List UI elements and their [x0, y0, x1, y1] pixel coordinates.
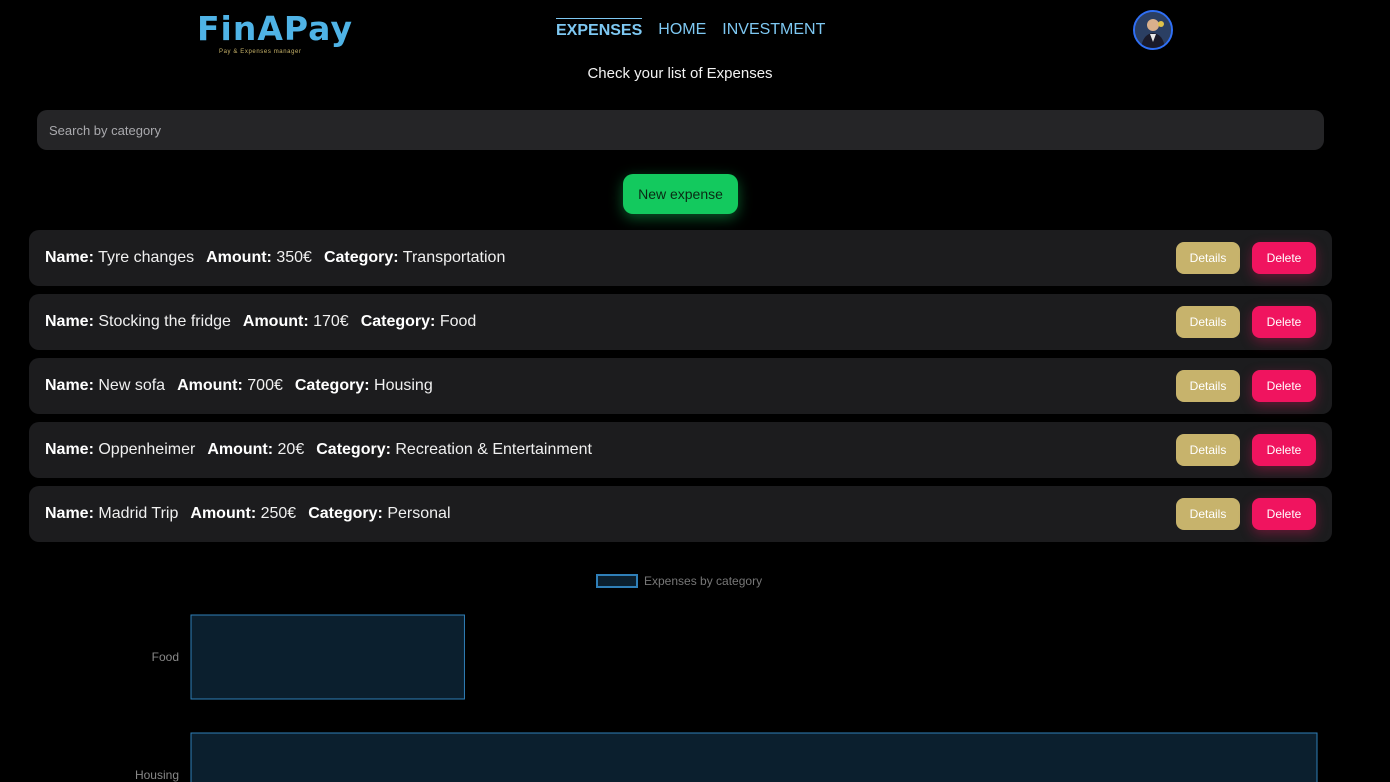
- delete-button[interactable]: Delete: [1252, 370, 1316, 402]
- tick-label-housing: Housing: [135, 768, 179, 782]
- amount-label: Amount:: [190, 505, 257, 522]
- details-button[interactable]: Details: [1176, 498, 1240, 530]
- details-button[interactable]: Details: [1176, 242, 1240, 274]
- expense-list: Name: Tyre changes Amount: 350€ Category: …: [29, 230, 1332, 550]
- expense-category: Transportation: [402, 249, 506, 266]
- amount-label: Amount:: [207, 441, 274, 458]
- category-label: Category:: [360, 313, 436, 330]
- nav-home[interactable]: HOME: [658, 18, 706, 43]
- expense-info: Name: Oppenheimer Amount: 20€ Category: Re…: [45, 422, 592, 478]
- bar-food: [190, 614, 465, 700]
- expense-row: Name: New sofa Amount: 700€ Category: Hous…: [29, 358, 1332, 414]
- logo-tagline: Pay & Expenses manager: [219, 49, 302, 55]
- legend-label: Expenses by category: [644, 574, 762, 588]
- nav-expenses[interactable]: EXPENSES: [556, 18, 643, 43]
- expense-row: Name: Tyre changes Amount: 350€ Category: …: [29, 230, 1332, 286]
- expense-name: Tyre changes: [98, 249, 195, 266]
- user-avatar[interactable]: [1133, 10, 1173, 50]
- search-input[interactable]: [37, 110, 1324, 150]
- expense-amount: 350€: [276, 249, 312, 266]
- expense-name: New sofa: [98, 377, 166, 394]
- tick-label-food: Food: [152, 650, 179, 664]
- expense-amount: 20€: [277, 441, 305, 458]
- expense-info: Name: Stocking the fridge Amount: 170€ Cat…: [45, 294, 476, 350]
- amount-label: Amount:: [206, 249, 272, 266]
- expenses-chart: Expenses by category Food Housing: [0, 560, 1390, 782]
- amount-label: Amount:: [177, 377, 243, 394]
- nav-investment[interactable]: INVESTMENT: [722, 18, 825, 43]
- details-button[interactable]: Details: [1176, 434, 1240, 466]
- category-label: Category:: [308, 505, 383, 522]
- details-button[interactable]: Details: [1176, 370, 1240, 402]
- expense-name: Oppenheimer: [98, 441, 196, 458]
- category-label: Category:: [316, 441, 391, 458]
- new-expense-button[interactable]: New expense: [623, 174, 738, 214]
- details-button[interactable]: Details: [1176, 306, 1240, 338]
- expense-info: Name: New sofa Amount: 700€ Category: Hous…: [45, 358, 433, 414]
- expense-category: Food: [439, 313, 477, 330]
- expense-info: Name: Tyre changes Amount: 350€ Category: …: [45, 230, 505, 286]
- name-label: Name:: [45, 313, 94, 330]
- expense-category: Personal: [387, 505, 451, 522]
- main-nav: EXPENSES HOME INVESTMENT: [556, 18, 825, 43]
- delete-button[interactable]: Delete: [1252, 434, 1316, 466]
- expense-category: Recreation & Entertainment: [395, 441, 592, 458]
- bar-housing: [190, 732, 1318, 782]
- name-label: Name:: [45, 249, 94, 266]
- delete-button[interactable]: Delete: [1252, 498, 1316, 530]
- expense-row: Name: Stocking the fridge Amount: 170€ Cat…: [29, 294, 1332, 350]
- expense-amount: 170€: [313, 313, 349, 330]
- expense-amount: 250€: [260, 505, 297, 522]
- name-label: Name:: [45, 377, 94, 394]
- category-label: Category:: [294, 377, 370, 394]
- amount-label: Amount:: [242, 313, 309, 330]
- expense-info: Name: Madrid Trip Amount: 250€ Category: P…: [45, 486, 451, 542]
- delete-button[interactable]: Delete: [1252, 242, 1316, 274]
- legend-swatch: [596, 574, 638, 588]
- logo-text: FinAPay: [197, 9, 353, 48]
- expense-row: Name: Oppenheimer Amount: 20€ Category: Re…: [29, 422, 1332, 478]
- expense-category: Housing: [374, 377, 433, 394]
- expense-amount: 700€: [247, 377, 283, 394]
- expense-name: Stocking the fridge: [98, 313, 231, 330]
- name-label: Name:: [45, 505, 94, 522]
- expense-row: Name: Madrid Trip Amount: 250€ Category: P…: [29, 486, 1332, 542]
- delete-button[interactable]: Delete: [1252, 306, 1316, 338]
- chart-svg: Expenses by category Food Housing: [135, 574, 1318, 782]
- category-label: Category:: [323, 249, 399, 266]
- expense-name: Madrid Trip: [98, 505, 179, 522]
- logo[interactable]: FinAPay Pay & Expenses manager: [197, 11, 352, 56]
- page-subtitle: Check your list of Expenses: [587, 65, 773, 82]
- name-label: Name:: [45, 441, 94, 458]
